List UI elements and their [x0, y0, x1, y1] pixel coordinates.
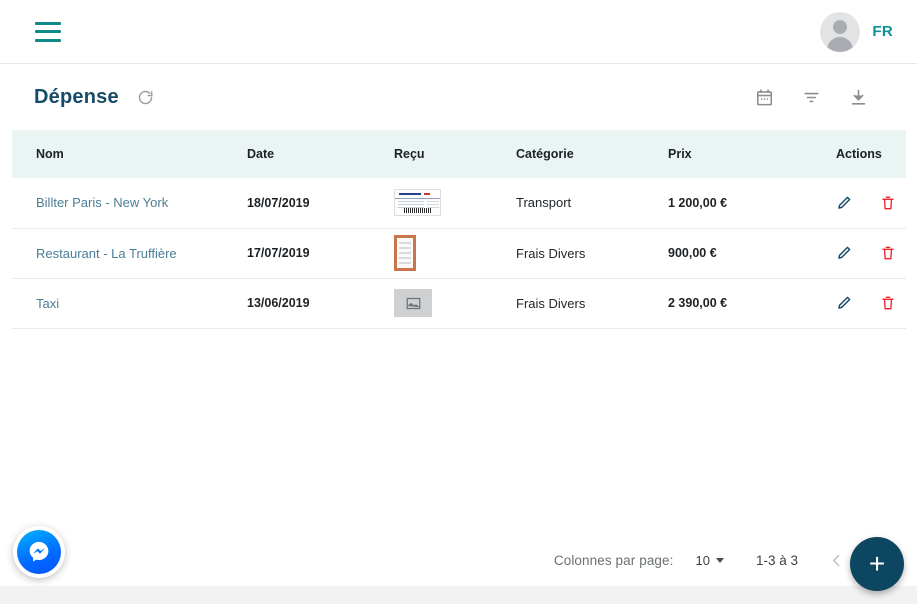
page-header-left: Dépense — [34, 84, 159, 110]
app-root: FR Dépense Nom Date Reçu Catégorie Prix … — [0, 0, 917, 604]
expense-name-link[interactable]: Billter Paris - New York — [36, 195, 168, 210]
delete-trash-icon[interactable] — [880, 195, 896, 211]
edit-pencil-icon[interactable] — [836, 245, 852, 261]
page-title: Dépense — [34, 85, 119, 108]
edit-pencil-icon[interactable] — [836, 195, 852, 211]
download-icon[interactable] — [845, 84, 871, 110]
rows-per-page-value: 10 — [695, 552, 710, 568]
cell-nom: Billter Paris - New York — [12, 178, 247, 228]
table-row: Restaurant - La Truffière 17/07/2019 Fra… — [12, 228, 906, 278]
cell-recu — [394, 278, 516, 328]
cell-prix: 900,00 € — [668, 246, 717, 260]
messenger-bubble-icon — [17, 530, 61, 574]
cell-date: 18/07/2019 — [247, 195, 310, 210]
ticket-thumbnail[interactable] — [394, 189, 441, 217]
expense-name-link[interactable]: Restaurant - La Truffière — [36, 246, 177, 261]
cell-categorie: Transport — [516, 195, 572, 211]
cell-date: 13/06/2019 — [247, 296, 310, 310]
column-header-nom[interactable]: Nom — [12, 130, 247, 178]
cell-prix: 1 200,00 € — [668, 195, 728, 210]
column-header-date[interactable]: Date — [247, 130, 394, 178]
column-header-prix[interactable]: Prix — [668, 130, 836, 178]
cell-actions — [836, 178, 906, 228]
cell-actions — [836, 278, 906, 328]
chevron-left-icon[interactable] — [828, 552, 845, 569]
cell-nom: Restaurant - La Truffière — [12, 228, 247, 278]
add-expense-button[interactable]: + — [850, 537, 904, 591]
expense-name-link[interactable]: Taxi — [36, 296, 59, 311]
rows-per-page-label: Colonnes par page: — [553, 552, 674, 568]
column-header-actions: Actions — [836, 147, 882, 161]
cell-categorie: Frais Divers — [516, 245, 586, 261]
rows-per-page-select[interactable]: 10 — [696, 553, 724, 568]
messenger-chat-button[interactable] — [13, 526, 65, 578]
delete-trash-icon[interactable] — [880, 245, 896, 261]
refresh-icon[interactable] — [133, 84, 159, 110]
cell-recu — [394, 228, 516, 278]
top-bar-right: FR — [820, 11, 893, 52]
cell-actions — [836, 228, 906, 278]
user-avatar-icon[interactable] — [820, 11, 861, 52]
table-row: Taxi 13/06/2019 Frais Divers 2 390,00 € — [12, 278, 906, 328]
cell-recu — [394, 178, 516, 228]
top-bar: FR — [0, 0, 917, 64]
column-header-categorie[interactable]: Catégorie — [516, 130, 668, 178]
table-body: Billter Paris - New York 18/07/2019 Tran… — [12, 178, 906, 328]
page-header: Dépense — [0, 64, 917, 130]
expenses-table: Nom Date Reçu Catégorie Prix Actions Bil… — [12, 130, 906, 329]
table-header: Nom Date Reçu Catégorie Prix Actions — [12, 130, 906, 178]
image-placeholder-icon[interactable] — [394, 289, 432, 317]
calendar-icon[interactable] — [751, 84, 777, 110]
pagination-range: 1-3 à 3 — [755, 552, 798, 568]
chevron-down-icon — [715, 557, 724, 563]
delete-trash-icon[interactable] — [880, 295, 896, 311]
hamburger-bar — [35, 21, 61, 25]
cell-date: 17/07/2019 — [247, 246, 310, 260]
receipt-thumbnail[interactable] — [394, 235, 416, 271]
hamburger-menu-icon[interactable] — [35, 21, 61, 42]
table-header-row: Nom Date Reçu Catégorie Prix Actions — [12, 130, 906, 178]
hamburger-bar — [35, 38, 61, 42]
edit-pencil-icon[interactable] — [836, 295, 852, 311]
expenses-table-container: Nom Date Reçu Catégorie Prix Actions Bil… — [0, 130, 917, 329]
table-row: Billter Paris - New York 18/07/2019 Tran… — [12, 178, 906, 228]
cell-prix: 2 390,00 € — [668, 296, 728, 310]
column-header-recu[interactable]: Reçu — [394, 130, 516, 178]
cell-categorie: Frais Divers — [516, 295, 586, 311]
page-bottom-strip — [0, 586, 917, 604]
page-header-tools — [751, 84, 871, 110]
cell-nom: Taxi — [12, 278, 247, 328]
language-switcher[interactable]: FR — [872, 23, 893, 40]
pagination-bar: Colonnes par page: 10 1-3 à 3 — [0, 536, 917, 584]
hamburger-bar — [35, 30, 61, 33]
filter-icon[interactable] — [798, 84, 824, 110]
